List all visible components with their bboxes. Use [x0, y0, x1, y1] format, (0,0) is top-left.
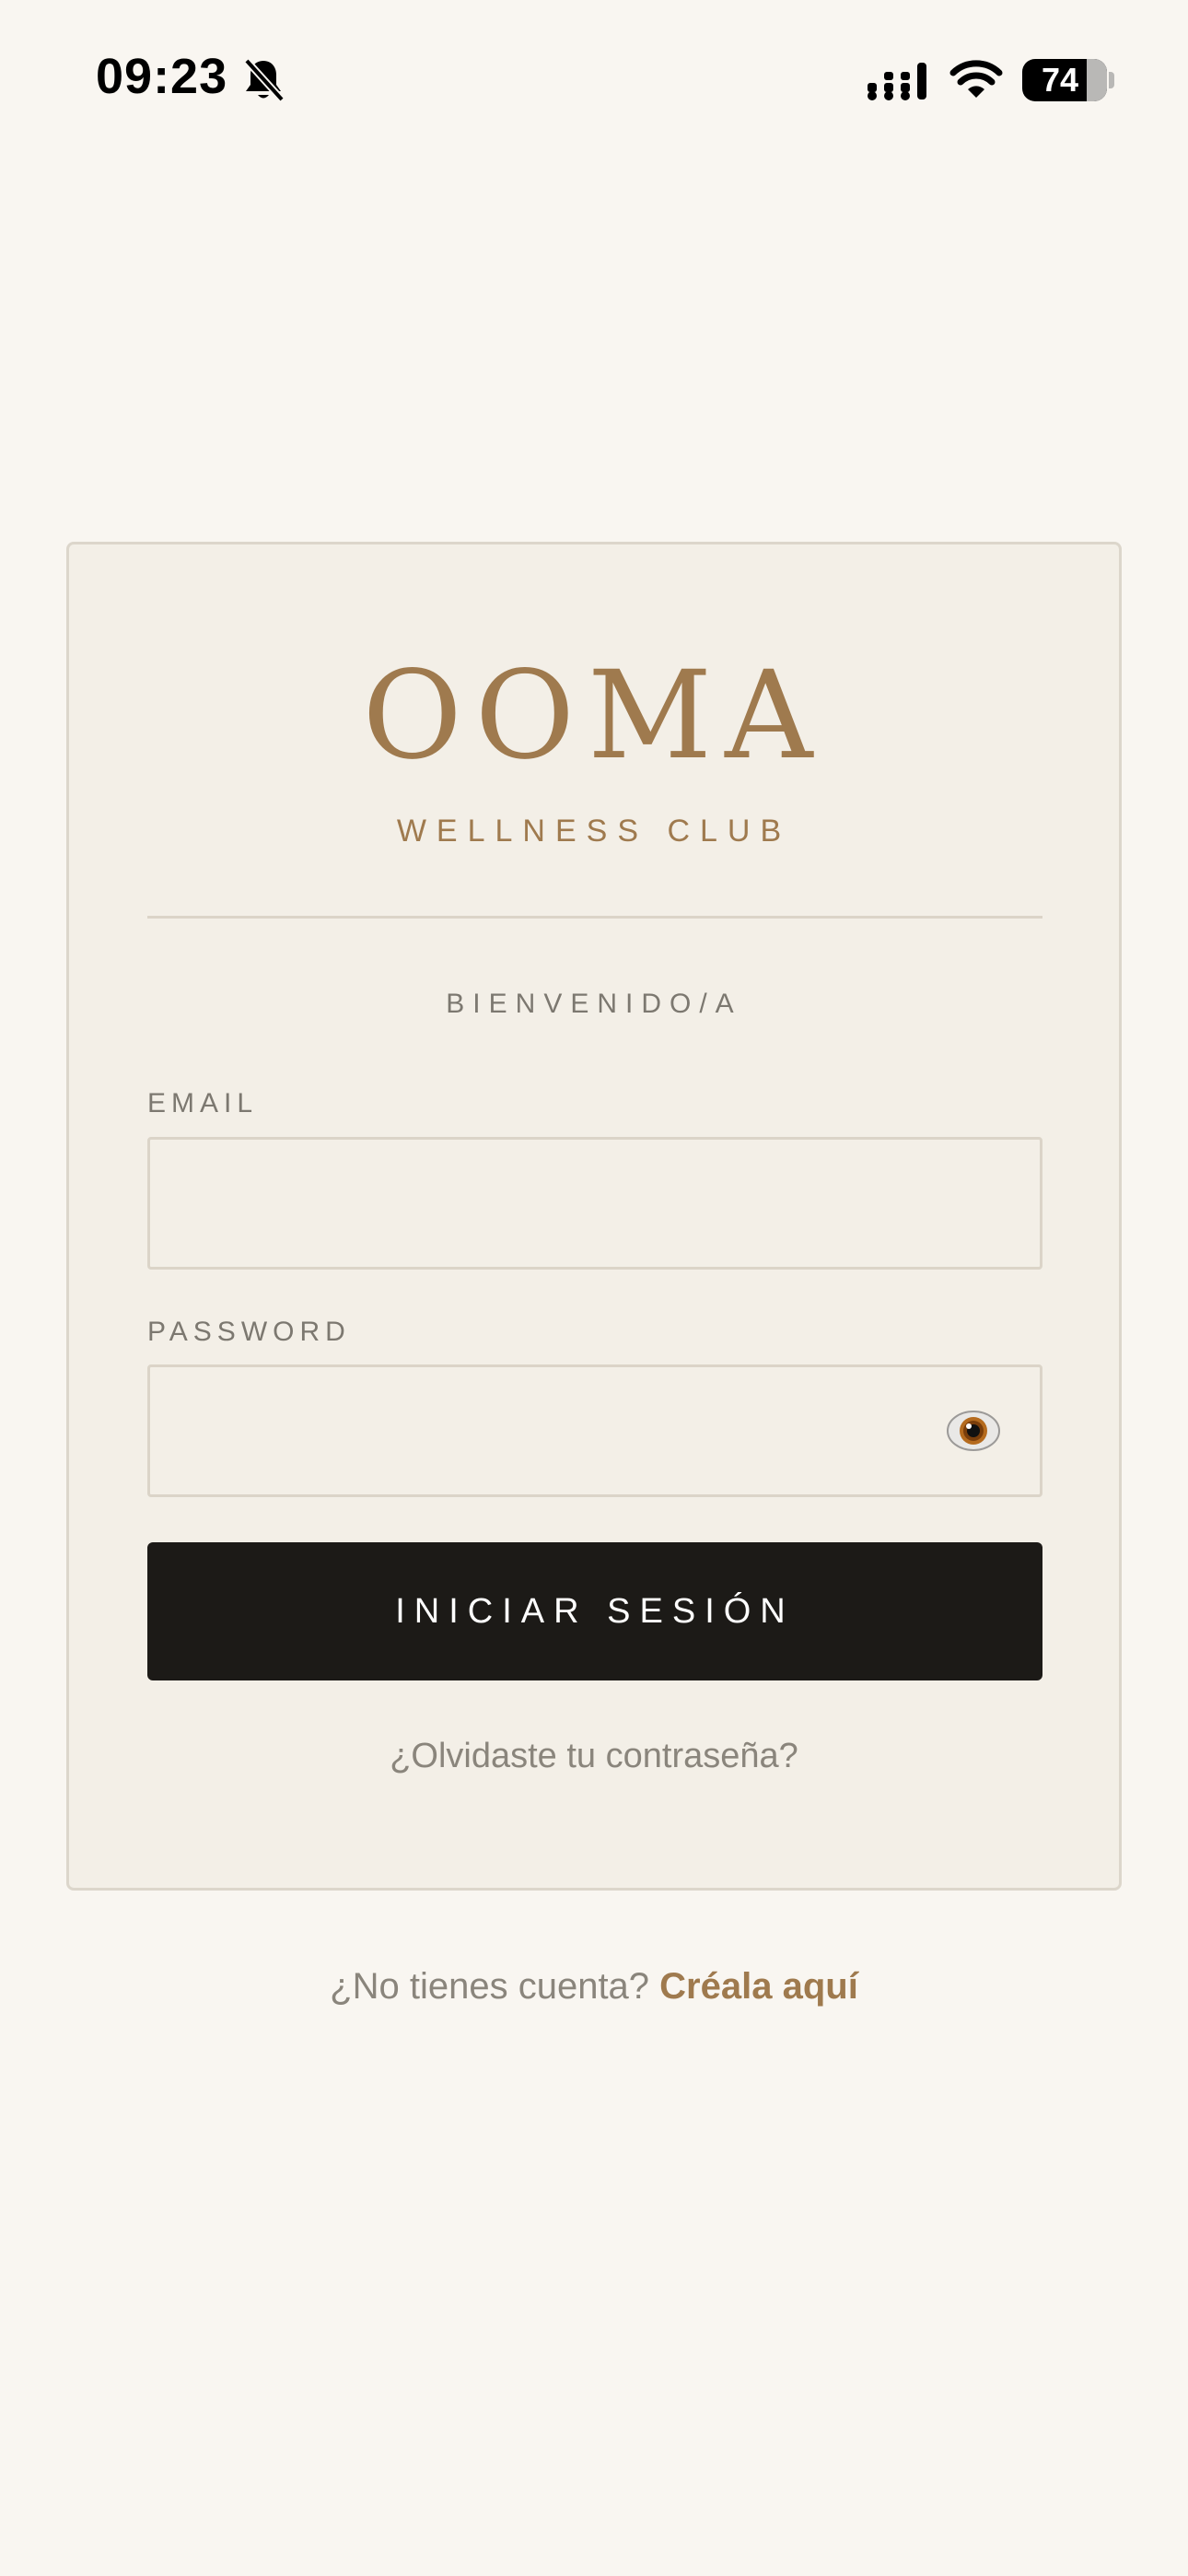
- signup-row: ¿No tienes cuenta? Créala aquí: [0, 1966, 1188, 2008]
- divider: [147, 916, 1042, 919]
- welcome-heading: BIENVENIDO/A: [446, 989, 742, 1019]
- wifi-icon: [949, 60, 1003, 98]
- forgot-password-link[interactable]: ¿Olvidaste tu contraseña?: [69, 1737, 1119, 1776]
- email-field[interactable]: [147, 1137, 1042, 1270]
- password-label: PASSWORD: [147, 1317, 351, 1347]
- bell-slash-icon: [244, 58, 285, 102]
- signup-prompt: ¿No tienes cuenta?: [330, 1966, 650, 2007]
- signup-link[interactable]: Créala aquí: [659, 1966, 858, 2007]
- status-time: 09:23: [96, 49, 228, 104]
- brand-logo: OOMA: [362, 645, 826, 787]
- email-label: EMAIL: [147, 1088, 259, 1118]
- battery-cap: [1109, 72, 1114, 88]
- password-field[interactable]: [147, 1364, 1042, 1497]
- signal-icon: [868, 63, 926, 100]
- brand-subtitle: WELLNESS CLUB: [396, 814, 792, 849]
- battery-level: 74: [1041, 61, 1079, 99]
- login-card: OOMA WELLNESS CLUB BIENVENIDO/A EMAIL PA…: [66, 542, 1122, 1891]
- eye-icon[interactable]: [946, 1406, 1001, 1456]
- login-button[interactable]: INICIAR SESIÓN: [147, 1542, 1042, 1680]
- status-bar: 09:23 74: [0, 0, 1188, 157]
- battery-icon: 74: [1022, 59, 1107, 101]
